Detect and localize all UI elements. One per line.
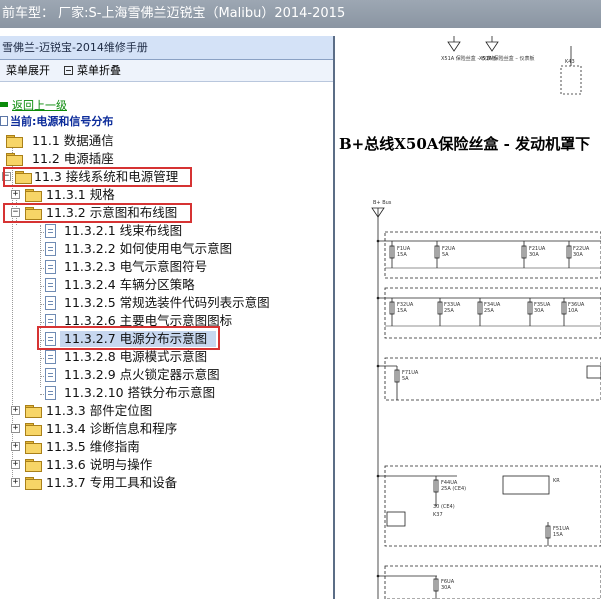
- expand-toggle-icon[interactable]: +: [11, 424, 20, 433]
- folder-icon: [6, 153, 23, 166]
- expand-toggle-icon[interactable]: +: [11, 460, 20, 469]
- expand-menu-label: 菜单展开: [6, 64, 50, 77]
- fuse-rating: 5A: [402, 376, 409, 382]
- document-icon: [45, 242, 56, 256]
- tree-item-11-3-6[interactable]: + 11.3.6 说明与操作: [0, 456, 330, 474]
- document-icon: [45, 224, 56, 238]
- tree-item-11-3-2-9[interactable]: 11.3.2.9 点火锁定器示意图: [0, 366, 330, 384]
- tree-item-label: 11.3.5 维修指南: [46, 439, 140, 454]
- expand-toggle-icon[interactable]: +: [11, 442, 20, 451]
- document-icon: [45, 368, 56, 382]
- expand-toggle-icon[interactable]: +: [11, 190, 20, 199]
- back-link-label: 返回上一级: [12, 99, 67, 112]
- bus-label: B+ Bus: [373, 200, 392, 206]
- navigation-panel: 雪佛兰-迈锐宝-2014维修手册 菜单展开 菜单折叠 返回上一级 当前:电源和信…: [0, 36, 335, 599]
- tree-item-11-3-1[interactable]: + 11.3.1 规格: [0, 186, 330, 204]
- tree-item-label: 11.3.2.1 线束布线图: [64, 223, 183, 238]
- expand-toggle-icon[interactable]: +: [11, 478, 20, 487]
- back-link[interactable]: 返回上一级: [0, 98, 67, 114]
- tree-item-label: 11.2 电源插座: [32, 151, 114, 166]
- folder-icon: [25, 477, 42, 490]
- tree-toolbar: 菜单展开 菜单折叠: [0, 60, 333, 82]
- tree-item-label: 11.3.2.2 如何使用电气示意图: [64, 241, 233, 256]
- fuse-rating: 15A: [397, 308, 407, 314]
- fuse-rating: 25A (CE4): [441, 486, 466, 492]
- fuse-rating: 25A: [444, 308, 454, 314]
- tree-item-11-3-2-4[interactable]: 11.3.2.4 车辆分区策略: [0, 276, 330, 294]
- collapse-menu-label: 菜单折叠: [77, 64, 121, 77]
- window-title: 前车型： 厂家:S-上海雪佛兰迈锐宝（Malibu）2014-2015: [2, 6, 346, 21]
- document-icon: [45, 296, 56, 310]
- tree-item-label: 11.3.7 专用工具和设备: [46, 475, 178, 490]
- tree-item-11-3-3[interactable]: + 11.3.3 部件定位图: [0, 402, 330, 420]
- tree-item-label: 11.3.1 规格: [46, 187, 115, 202]
- diagram-title: B+总线X50A保险丝盒 - 发动机罩下: [339, 135, 591, 153]
- tree-item-11-3-2-5[interactable]: 11.3.2.5 常规选装件代码列表示意图: [0, 294, 330, 312]
- tree-item-11-3-2-8[interactable]: 11.3.2.8 电源模式示意图: [0, 348, 330, 366]
- folder-icon: [6, 135, 23, 148]
- component-label: K37: [433, 512, 443, 518]
- fuse-rating: 30A: [534, 308, 544, 314]
- component-label: 30 (CE4): [433, 504, 455, 510]
- tree-item-11-1[interactable]: 11.1 数据通信: [0, 132, 330, 150]
- diagram-viewer: X51A 保险丝盒 – 仪表板 X51A 保险丝盒 – 仪表板 K43 B+ B…: [337, 36, 601, 599]
- tree-item-label: 11.3.6 说明与操作: [46, 457, 153, 472]
- fuse-rating: 30A: [529, 252, 539, 258]
- tree-item-label: 11.3.2.3 电气示意图符号: [64, 259, 208, 274]
- fuse-rating: 5A: [442, 252, 449, 258]
- tree-item-label: 11.3.2.10 搭铁分布示意图: [64, 385, 216, 400]
- fuse-rating: 15A: [397, 252, 407, 258]
- annotation-box-11-3-2: [3, 203, 192, 223]
- expand-menu-button[interactable]: 菜单展开: [6, 60, 50, 82]
- tree-item-11-3-2-3[interactable]: 11.3.2.3 电气示意图符号: [0, 258, 330, 276]
- power-distribution-diagram: X51A 保险丝盒 – 仪表板 X51A 保险丝盒 – 仪表板 K43 B+ B…: [371, 36, 601, 599]
- tree-item-11-3-2-2[interactable]: 11.3.2.2 如何使用电气示意图: [0, 240, 330, 258]
- tree-item-11-3-5[interactable]: + 11.3.5 维修指南: [0, 438, 330, 456]
- collapse-icon: [64, 66, 73, 75]
- fuse-rating: 25A: [484, 308, 494, 314]
- document-icon: [45, 260, 56, 274]
- fuse-rating: 30A: [441, 585, 451, 591]
- folder-icon: [25, 405, 42, 418]
- document-icon: [45, 278, 56, 292]
- current-location: 当前:电源和信号分布: [0, 114, 113, 130]
- fuse-rating: 30A: [573, 252, 583, 258]
- window-title-bar: 前车型： 厂家:S-上海雪佛兰迈锐宝（Malibu）2014-2015: [0, 0, 601, 28]
- tree-item-label: 11.1 数据通信: [32, 133, 114, 148]
- document-icon: [45, 350, 56, 364]
- current-location-label: 当前:电源和信号分布: [10, 115, 114, 128]
- tree-item-label: 11.3.2.8 电源模式示意图: [64, 349, 208, 364]
- tree-item-label: 11.3.2.5 常规选装件代码列表示意图: [64, 295, 270, 310]
- current-location-icon: [0, 116, 8, 126]
- tree-item-label: 11.3.2.4 车辆分区策略: [64, 277, 195, 292]
- document-icon: [45, 386, 56, 400]
- tree-item-label: 11.3.4 诊断信息和程序: [46, 421, 178, 436]
- tree-item-11-3-4[interactable]: + 11.3.4 诊断信息和程序: [0, 420, 330, 438]
- folder-icon: [25, 441, 42, 454]
- top-label-3: K43: [565, 59, 575, 65]
- manual-title: 雪佛兰-迈锐宝-2014维修手册: [0, 36, 333, 60]
- back-arrow-icon: [0, 102, 8, 107]
- tree-item-label: 11.3.3 部件定位图: [46, 403, 153, 418]
- folder-icon: [25, 459, 42, 472]
- top-label-2: X51A 保险丝盒 – 仪表板: [479, 55, 534, 62]
- folder-icon: [25, 423, 42, 436]
- annotation-box-11-3-2-7: [37, 326, 220, 350]
- fuse-rating: 15A: [553, 532, 563, 538]
- expand-toggle-icon[interactable]: +: [11, 406, 20, 415]
- fuse-rating: 10A: [568, 308, 578, 314]
- component-label: KR: [553, 478, 560, 484]
- tree-item-11-3-7[interactable]: + 11.3.7 专用工具和设备: [0, 474, 330, 492]
- tree-item-11-3-2-1[interactable]: 11.3.2.1 线束布线图: [0, 222, 330, 240]
- tree-item-11-2[interactable]: 11.2 电源插座: [0, 150, 330, 168]
- collapse-menu-button[interactable]: 菜单折叠: [64, 60, 121, 82]
- tree-item-label: 11.3.2.9 点火锁定器示意图: [64, 367, 220, 382]
- annotation-box-11-3: [3, 167, 192, 187]
- tree-item-11-3-2-10[interactable]: 11.3.2.10 搭铁分布示意图: [0, 384, 330, 402]
- folder-icon: [25, 189, 42, 202]
